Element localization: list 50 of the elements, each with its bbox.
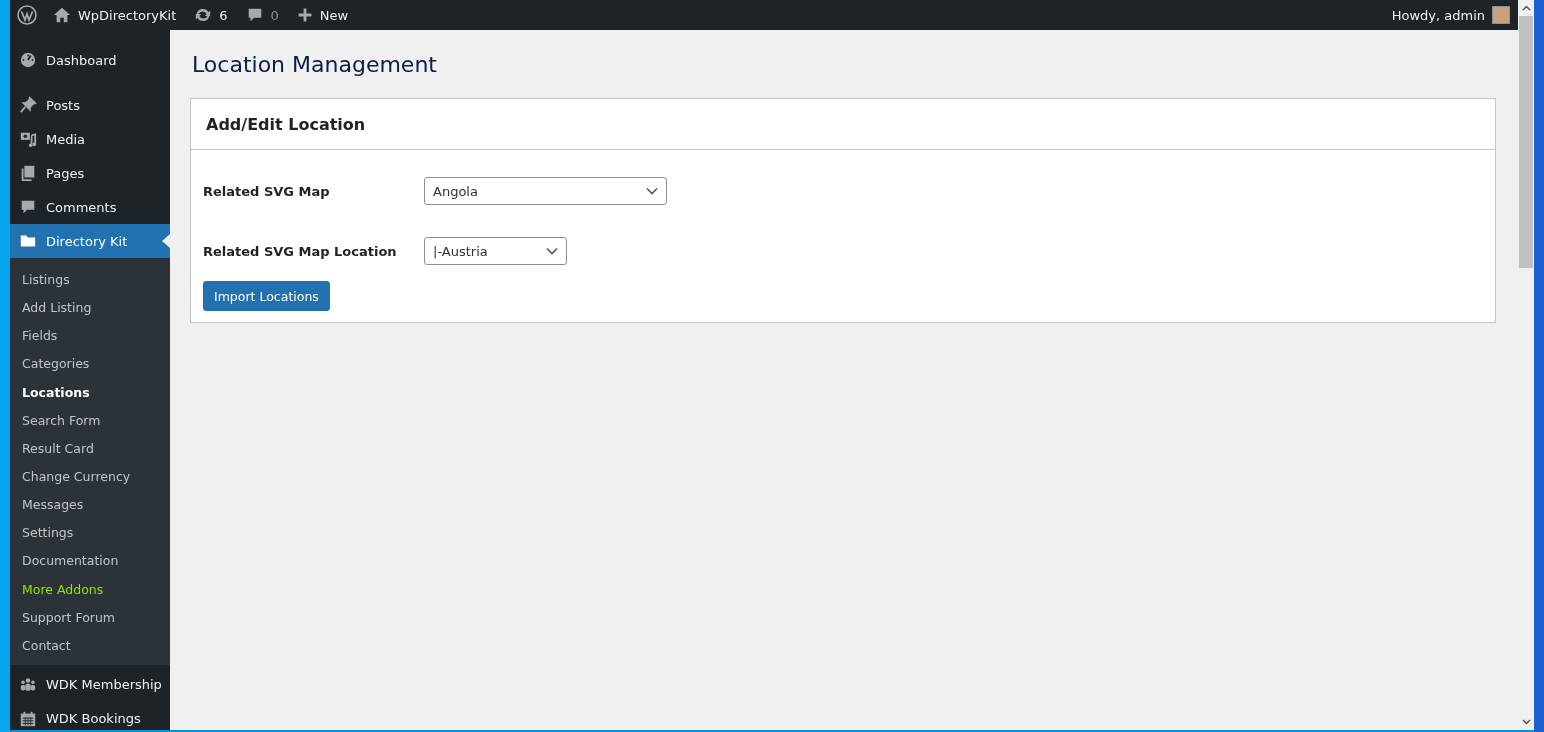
select-dropdown[interactable]: Angola xyxy=(424,177,667,205)
comment-count: 0 xyxy=(270,7,279,23)
gauge-icon xyxy=(19,51,37,69)
chevron-down-icon xyxy=(646,187,658,195)
plus-icon xyxy=(296,7,313,23)
sidebar-menu-item[interactable]: WDK Membership xyxy=(10,667,170,702)
field-label: Related SVG Map xyxy=(203,183,331,199)
select-dropdown[interactable]: |-Austria xyxy=(424,237,567,265)
submenu-item[interactable]: Result Card xyxy=(10,434,170,463)
account-menu[interactable]: Howdy, admin xyxy=(1382,0,1518,30)
submenu-item[interactable]: More Addons xyxy=(10,575,170,604)
sidebar-menu-item[interactable]: Media xyxy=(10,122,170,156)
site-name-link[interactable]: WpDirectoryKit xyxy=(44,0,186,30)
pages-icon xyxy=(19,164,37,182)
wordpress-logo-icon[interactable] xyxy=(17,5,37,25)
submenu-item[interactable]: Messages xyxy=(10,491,170,520)
submenu-item[interactable]: Locations xyxy=(10,378,170,407)
current-page-pointer-icon xyxy=(162,234,170,248)
submenu-item[interactable]: Search Form xyxy=(10,406,170,435)
import-button[interactable]: Import Locations xyxy=(203,281,330,311)
submenu-item[interactable]: Settings xyxy=(10,519,170,548)
update-count: 6 xyxy=(219,7,228,23)
updates-link[interactable]: 6 xyxy=(185,0,237,30)
sidebar-menu-item[interactable]: Posts xyxy=(10,88,170,122)
submenu-item[interactable]: Listings xyxy=(10,266,170,295)
submenu-item[interactable]: Contact xyxy=(10,631,170,660)
chevron-down-icon xyxy=(546,247,558,255)
new-link[interactable]: New xyxy=(287,0,358,30)
media-icon xyxy=(19,130,37,148)
pushpin-icon xyxy=(19,96,37,114)
sidebar-menu-item[interactable]: Comments xyxy=(10,190,170,224)
refresh-icon xyxy=(194,6,213,24)
scrollbar-thumb[interactable] xyxy=(1519,16,1533,268)
people-icon xyxy=(19,675,37,694)
sidebar-menu-item[interactable]: WDK Bookings xyxy=(10,701,170,730)
submenu-item[interactable]: Add Listing xyxy=(10,294,170,323)
avatar xyxy=(1492,6,1510,24)
submenu-item[interactable]: Support Forum xyxy=(10,603,170,632)
sidebar-menu-item[interactable]: Pages xyxy=(10,156,170,190)
comments-link[interactable]: 0 xyxy=(236,0,288,30)
panel-title: Add/Edit Location xyxy=(191,99,1495,150)
submenu-item[interactable]: Change Currency xyxy=(10,463,170,492)
page-title: Location Management xyxy=(192,51,438,79)
home-icon xyxy=(53,6,71,24)
submenu-item[interactable]: Documentation xyxy=(10,547,170,576)
field-label: Related SVG Map Location xyxy=(203,243,398,259)
sidebar-menu-item[interactable]: Dashboard xyxy=(10,43,170,77)
sidebar-menu-item[interactable]: Directory Kit xyxy=(10,224,170,258)
submenu-item[interactable]: Fields xyxy=(10,322,170,351)
submenu-item[interactable]: Categories xyxy=(10,350,170,379)
